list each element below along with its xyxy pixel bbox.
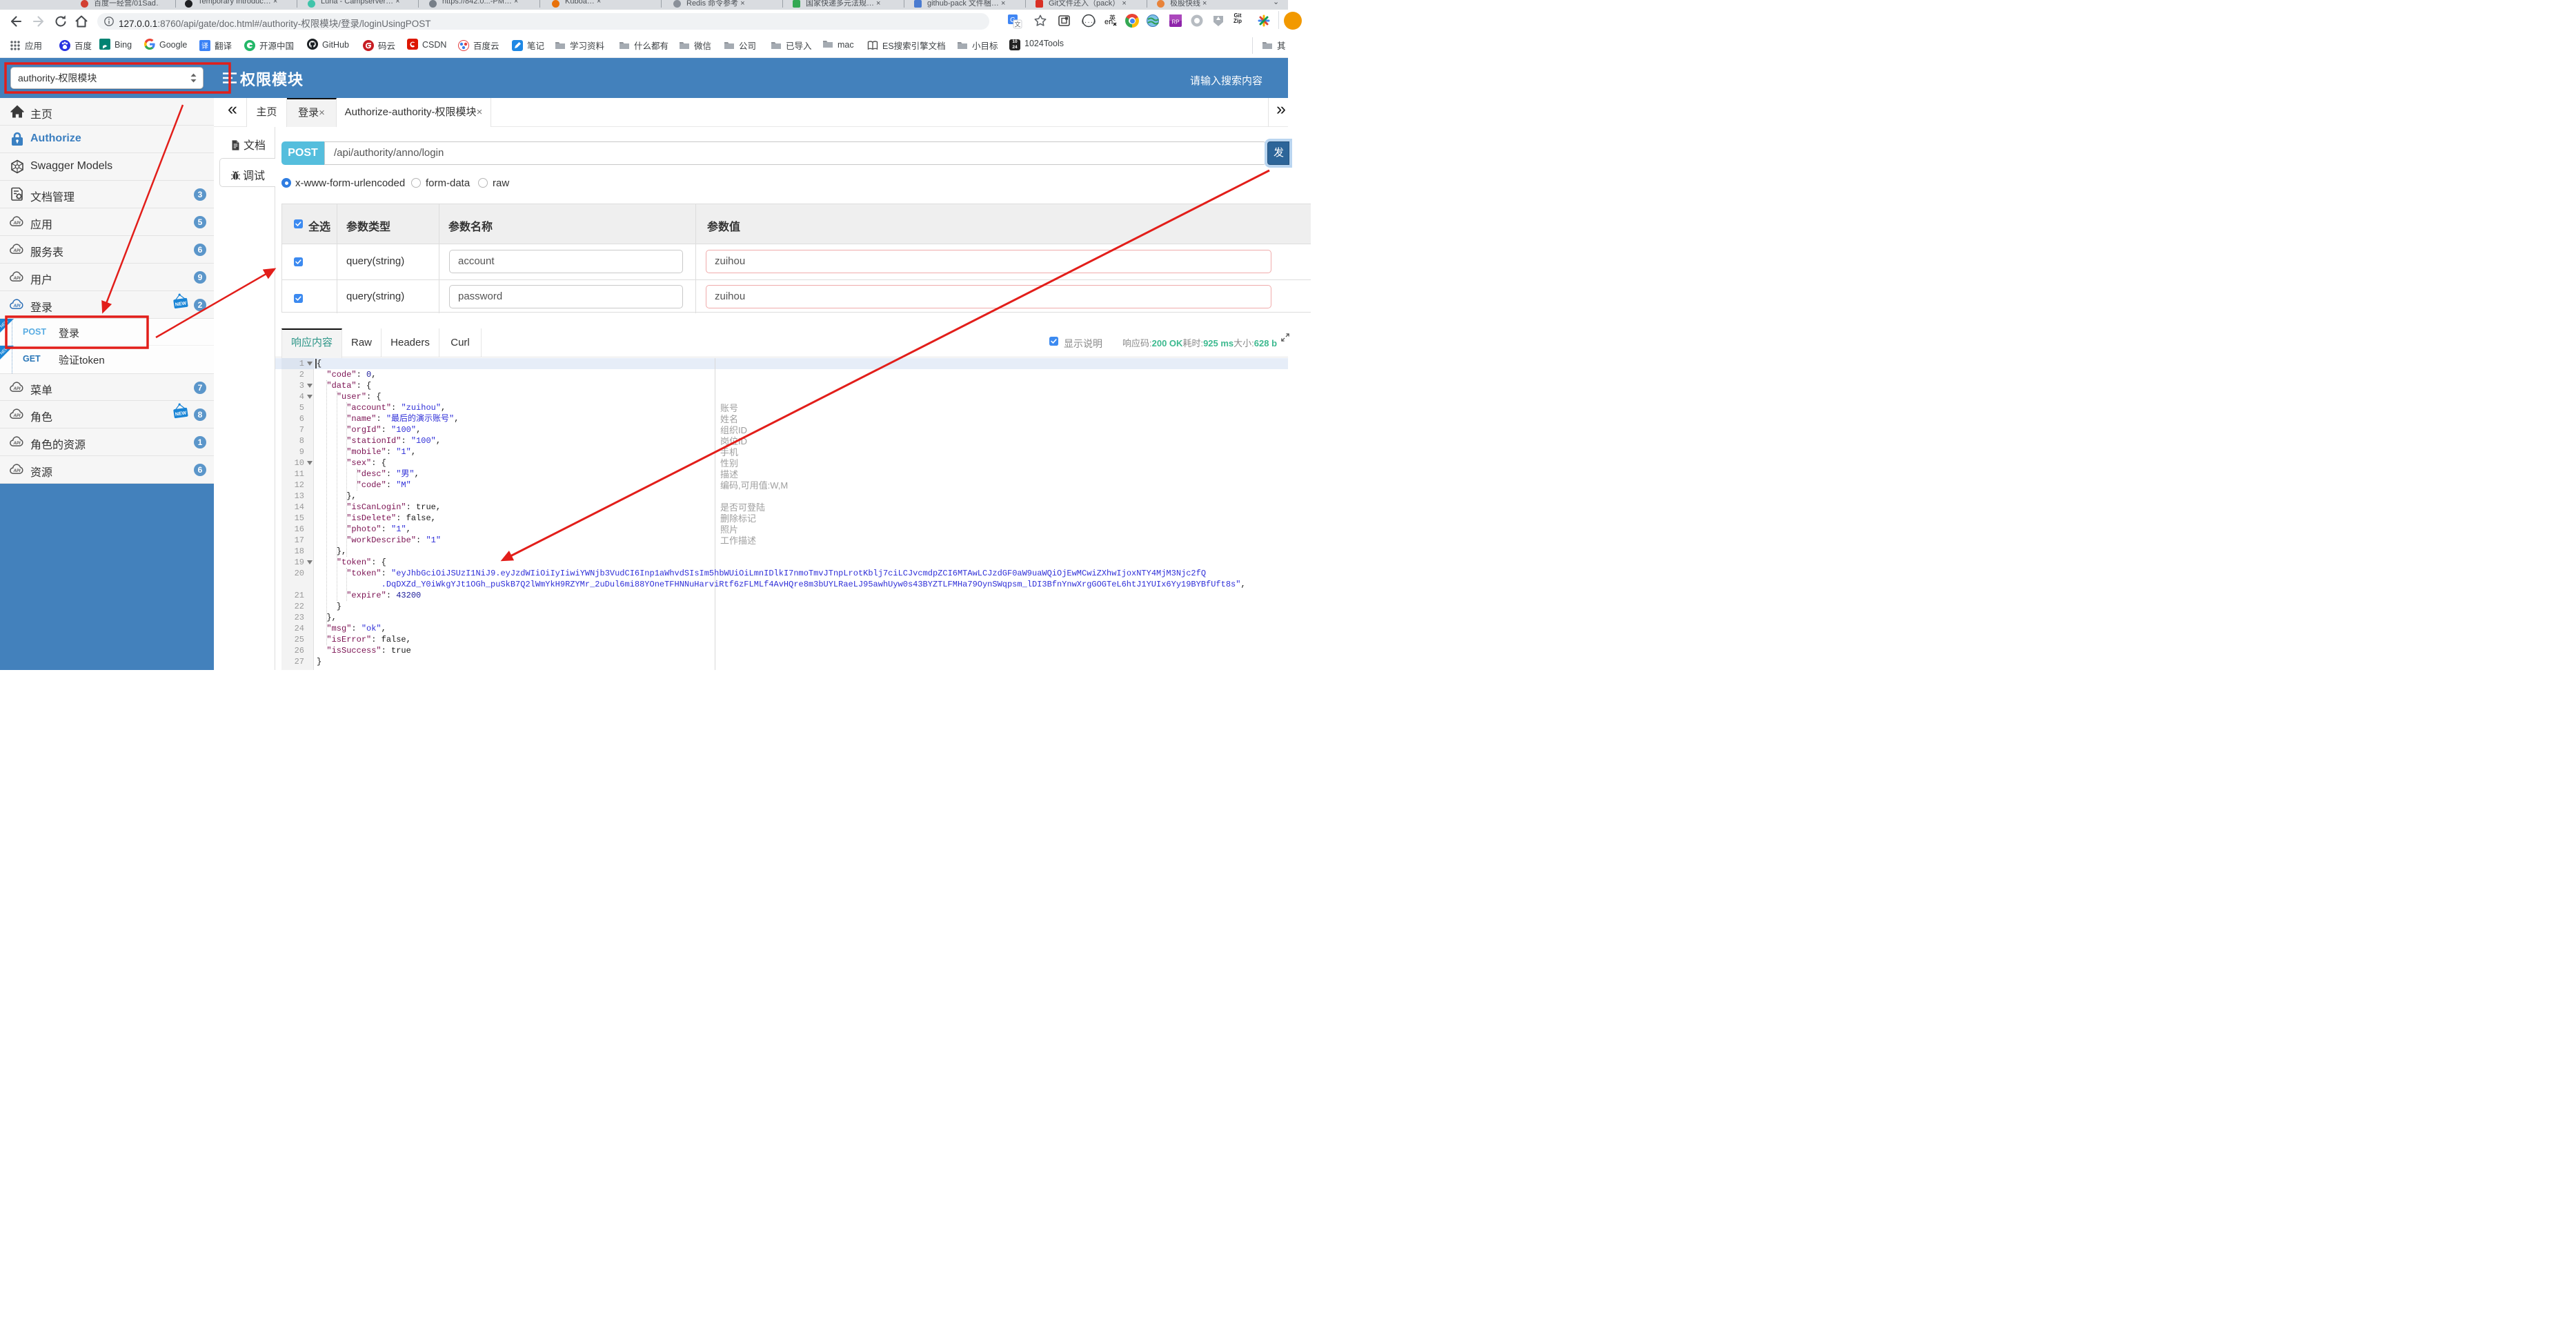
svg-text:API: API: [13, 387, 21, 391]
svg-text:英: 英: [1109, 14, 1116, 21]
svg-text:API: API: [13, 414, 21, 418]
svg-text:{...}: {...}: [1082, 19, 1096, 25]
svg-text:API: API: [13, 277, 21, 281]
svg-text:API: API: [13, 249, 21, 253]
svg-text:API: API: [13, 442, 21, 446]
svg-text:API: API: [13, 469, 21, 473]
svg-text:API: API: [13, 304, 21, 308]
svg-text:API: API: [13, 221, 21, 226]
svg-text:RP: RP: [1171, 19, 1179, 26]
svg-text:文: 文: [1014, 21, 1020, 28]
svg-text:译: 译: [201, 42, 208, 50]
